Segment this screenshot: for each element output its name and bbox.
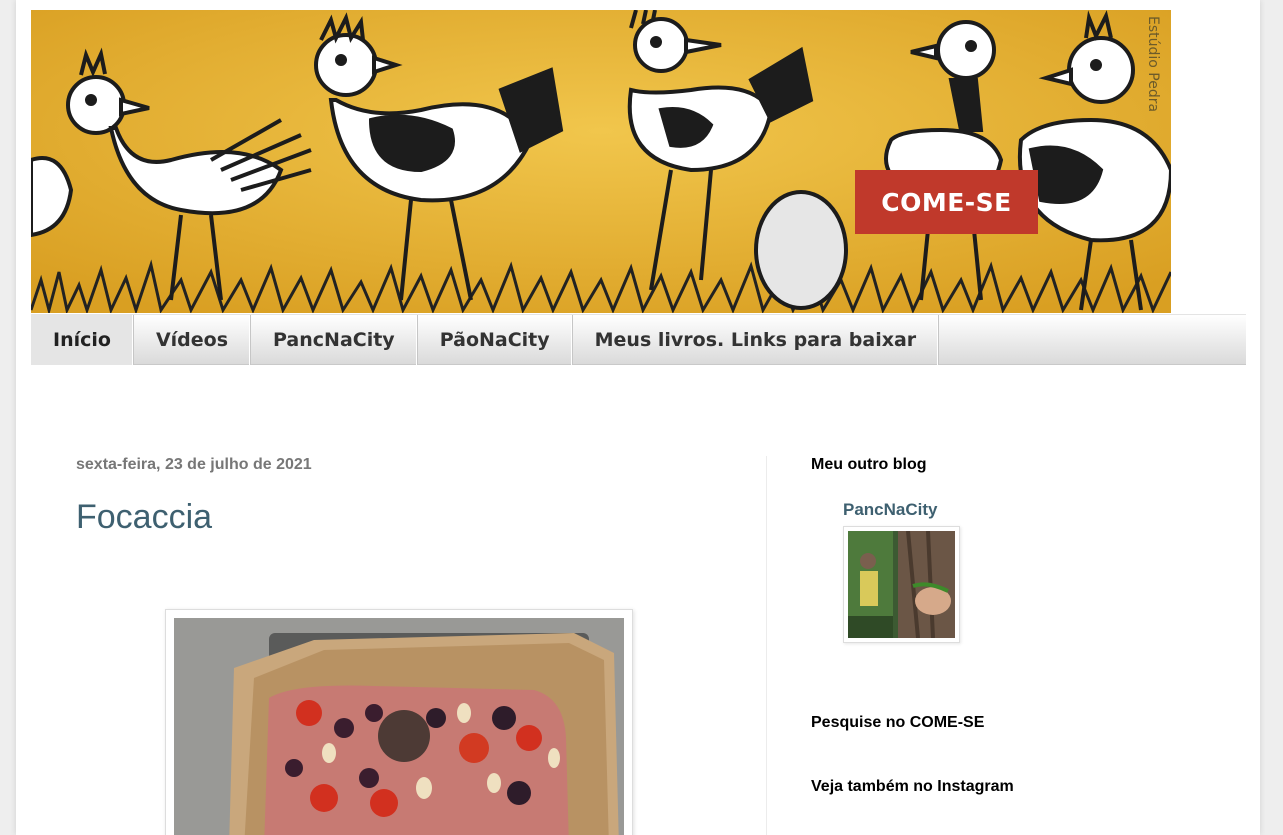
nav-tabs: Início Vídeos PancNaCity PãoNaCity Meus … <box>31 314 1246 365</box>
pancnacity-photo <box>848 531 955 638</box>
tab-meus-livros[interactable]: Meus livros. Links para baixar <box>573 315 940 365</box>
search-widget-title: Pesquise no COME-SE <box>811 714 985 731</box>
site-logo[interactable]: COME-SE <box>855 170 1038 234</box>
tab-pancnacity[interactable]: PancNaCity <box>251 315 418 365</box>
post-date: sexta-feira, 23 de julho de 2021 <box>76 456 312 473</box>
header-banner[interactable]: Estúdio Pedra COME-SE <box>31 10 1171 313</box>
post-image[interactable] <box>165 609 633 835</box>
chicken-illustration <box>31 10 1171 313</box>
tab-videos[interactable]: Vídeos <box>134 315 252 365</box>
other-blog-thumbnail[interactable] <box>843 526 960 643</box>
tab-inicio[interactable]: Início <box>31 315 134 365</box>
other-blog-title: Meu outro blog <box>811 456 927 473</box>
focaccia-photo <box>174 618 624 835</box>
other-blog-link[interactable]: PancNaCity <box>843 500 937 520</box>
post-title[interactable]: Focaccia <box>76 498 212 537</box>
instagram-widget-title: Veja também no Instagram <box>811 778 1014 795</box>
column-divider <box>766 456 767 835</box>
tab-paonacity[interactable]: PãoNaCity <box>418 315 573 365</box>
banner-credit: Estúdio Pedra <box>1145 16 1161 113</box>
